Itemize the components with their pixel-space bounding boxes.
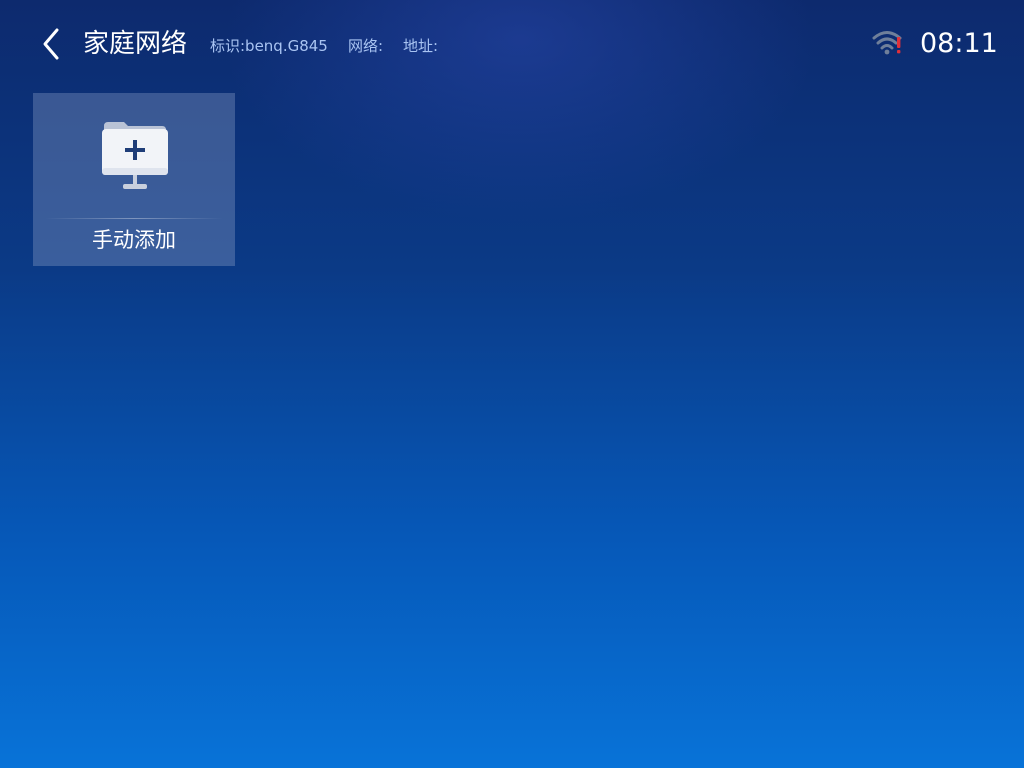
back-button[interactable] [34, 24, 68, 64]
manual-add-label: 手动添加 [92, 228, 176, 252]
tile-divider [45, 218, 223, 219]
status-clock: 08:11 [920, 28, 998, 59]
device-identifier: 标识:benq.G845 [210, 37, 328, 55]
address-label: 地址: [403, 37, 439, 55]
add-network-folder-icon [102, 122, 168, 189]
header-bar: 家庭网络 标识:benq.G845 网络: 地址: 08:11 [0, 0, 1024, 90]
wifi-alert-icon [872, 31, 902, 55]
network-label: 网络: [348, 37, 384, 55]
chevron-left-icon [43, 28, 59, 60]
page-title: 家庭网络 [83, 29, 188, 59]
